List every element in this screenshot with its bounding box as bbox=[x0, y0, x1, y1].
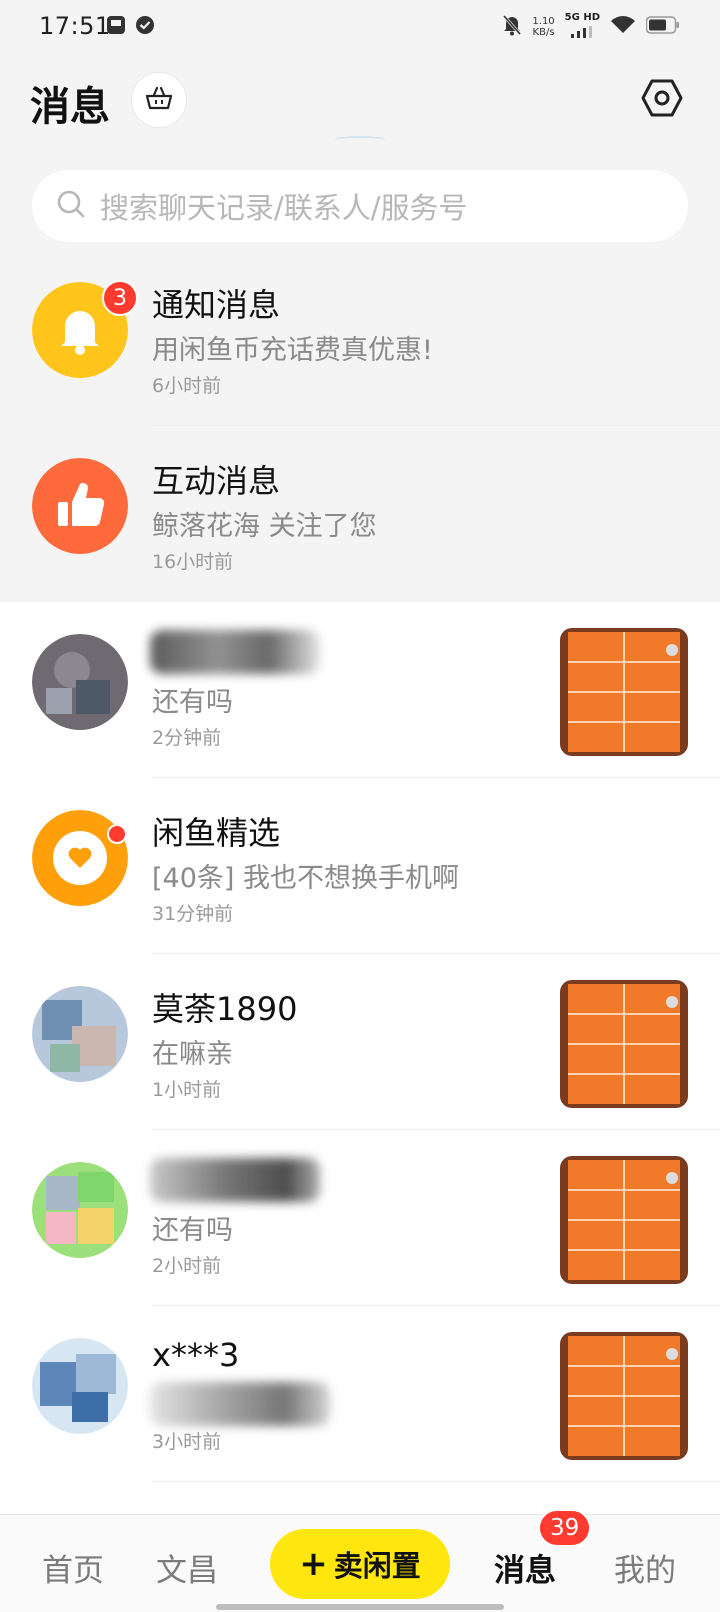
divider bbox=[152, 1481, 720, 1482]
check-circle-icon bbox=[135, 15, 155, 39]
item-thumbnail bbox=[560, 1156, 688, 1284]
conversation-time: 2小时前 bbox=[152, 1255, 222, 1277]
conversation-preview: 用闲鱼币充话费真优惠! bbox=[152, 335, 433, 366]
blurred-name bbox=[150, 630, 320, 674]
mute-icon bbox=[502, 14, 522, 40]
conversation-item-notifications[interactable]: 3 通知消息 用闲鱼币充话费真优惠! 6小时前 bbox=[0, 250, 720, 426]
conversation-preview: 还有吗 bbox=[152, 1215, 233, 1246]
search-placeholder: 搜索聊天记录/联系人/服务号 bbox=[100, 191, 468, 225]
basket-icon bbox=[145, 85, 173, 115]
conversation-item-featured[interactable]: 闲鱼精选 [40条] 我也不想换手机啊 31分钟前 bbox=[0, 778, 720, 954]
item-thumbnail bbox=[560, 980, 688, 1108]
conversation-item-user[interactable]: x***3 3小时前 bbox=[0, 1306, 720, 1482]
conversation-name: 通知消息 bbox=[152, 286, 281, 324]
conversation-time: 2分钟前 bbox=[152, 727, 222, 749]
conversation-preview: 鲸落花海 关注了您 bbox=[152, 511, 377, 542]
conversation-name: 闲鱼精选 bbox=[152, 814, 281, 852]
conversation-time: 1小时前 bbox=[152, 1079, 222, 1101]
settings-button[interactable] bbox=[638, 76, 686, 124]
unread-dot bbox=[107, 824, 127, 844]
tab-messages[interactable]: 消息 bbox=[494, 1545, 556, 1590]
bottom-tab-bar: 首页 文昌 + 卖闲置 消息 39 我的 bbox=[0, 1509, 720, 1612]
conversation-item-interactions[interactable]: 互动消息 鲸落花海 关注了您 16小时前 bbox=[0, 426, 720, 602]
conversation-time: 6小时前 bbox=[152, 375, 222, 397]
conversation-preview: 在嘛亲 bbox=[152, 1039, 233, 1070]
user-avatar bbox=[32, 634, 128, 730]
battery-icon bbox=[645, 15, 680, 39]
wifi-icon bbox=[610, 15, 636, 39]
pull-refresh-indicator bbox=[334, 136, 386, 144]
item-thumbnail bbox=[560, 1332, 688, 1460]
conversation-item-user[interactable]: 还有吗 2小时前 bbox=[0, 1130, 720, 1306]
net-speed: 1.10 KB/s bbox=[532, 16, 555, 38]
sell-label: 卖闲置 bbox=[333, 1549, 421, 1583]
conversation-name: 莫荼1890 bbox=[152, 990, 298, 1028]
header: 消息 bbox=[0, 56, 720, 146]
conversation-item-user[interactable]: 莫荼1890 在嘛亲 1小时前 bbox=[0, 954, 720, 1130]
conversation-time: 16小时前 bbox=[152, 551, 234, 573]
conversation-list: 3 通知消息 用闲鱼币充话费真优惠! 6小时前 互动消息 鲸落花海 关注了您 1… bbox=[0, 250, 720, 1482]
sell-button[interactable]: + 卖闲置 bbox=[270, 1529, 450, 1599]
search-area: 搜索聊天记录/联系人/服务号 bbox=[0, 146, 720, 250]
page-title: 消息 bbox=[30, 84, 110, 130]
conversation-preview: [40条] 我也不想换手机啊 bbox=[152, 863, 460, 894]
blurred-name bbox=[150, 1158, 320, 1202]
thumbs-up-icon bbox=[32, 458, 128, 554]
messages-badge: 39 bbox=[538, 1509, 592, 1547]
blurred-preview bbox=[150, 1382, 330, 1426]
signal-icon bbox=[571, 23, 593, 42]
user-avatar bbox=[32, 986, 128, 1082]
basket-button[interactable] bbox=[131, 72, 187, 128]
network-label: 5G HD bbox=[564, 12, 600, 23]
conversation-name: 互动消息 bbox=[152, 462, 281, 500]
conversation-time: 31分钟前 bbox=[152, 903, 234, 925]
status-bar: 17:51 1.10 KB/s 5G HD bbox=[0, 0, 720, 56]
tab-mine[interactable]: 我的 bbox=[614, 1545, 676, 1590]
conversation-time: 3小时前 bbox=[152, 1431, 222, 1453]
search-input[interactable]: 搜索聊天记录/联系人/服务号 bbox=[32, 170, 688, 242]
hexagon-settings-icon bbox=[641, 77, 683, 123]
conversation-item-user[interactable]: 还有吗 2分钟前 bbox=[0, 602, 720, 778]
unread-badge: 3 bbox=[102, 280, 138, 316]
user-avatar bbox=[32, 1338, 128, 1434]
gallery-icon bbox=[106, 15, 126, 39]
tab-wenchang[interactable]: 文昌 bbox=[156, 1545, 218, 1590]
plus-icon: + bbox=[299, 1544, 328, 1584]
conversation-name: x***3 bbox=[152, 1336, 240, 1374]
conversation-preview: 还有吗 bbox=[152, 687, 233, 718]
home-indicator bbox=[216, 1604, 504, 1610]
status-time: 17:51 bbox=[39, 12, 111, 40]
search-icon bbox=[56, 189, 86, 223]
user-avatar bbox=[32, 1162, 128, 1258]
item-thumbnail bbox=[560, 628, 688, 756]
tab-home[interactable]: 首页 bbox=[42, 1545, 104, 1590]
